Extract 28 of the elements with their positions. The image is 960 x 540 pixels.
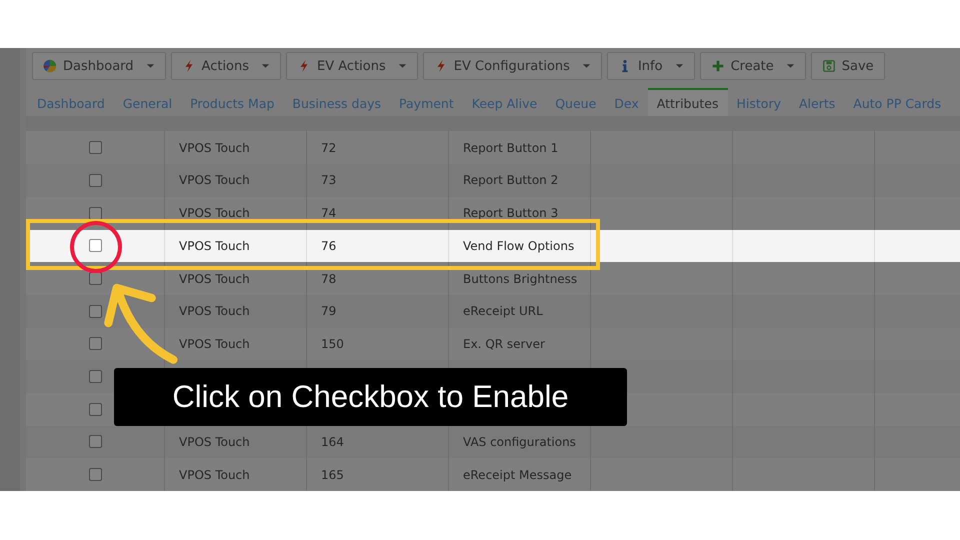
- table-cell: VAS configurations: [463, 434, 576, 449]
- table-cell: Report Button 2: [463, 173, 558, 188]
- table-cell: Ex. QR server: [463, 336, 545, 351]
- table-cell: eReceipt URL: [463, 304, 543, 318]
- table-cell: 74: [321, 206, 336, 220]
- table-cell: 164: [321, 434, 344, 449]
- table-cell: VPOS Touch: [179, 140, 250, 155]
- caption-tooltip: Click on Checkbox to Enable: [114, 368, 627, 426]
- table-cell: VPOS Touch: [179, 434, 250, 449]
- table-cell: 79: [321, 304, 336, 318]
- table-cell: VPOS Touch: [179, 206, 250, 220]
- table-cell: 72: [321, 140, 336, 155]
- table-cell: Report Button 1: [463, 140, 558, 155]
- table-cell: VPOS Touch: [179, 304, 250, 318]
- table-cell: Report Button 3: [463, 206, 558, 220]
- table-cell: Vend Flow Options: [463, 238, 574, 253]
- table-cell: 78: [321, 272, 336, 286]
- table-cell: 150: [321, 336, 344, 351]
- table-cell: 165: [321, 468, 344, 482]
- table-cell: VPOS Touch: [179, 272, 250, 286]
- table-cell: VPOS Touch: [179, 173, 250, 188]
- table-cell: VPOS Touch: [179, 336, 250, 351]
- table-cell: 76: [321, 238, 336, 253]
- table-cell: VPOS Touch: [179, 238, 250, 253]
- table-cell: 73: [321, 173, 336, 188]
- table-cell: Buttons Brightness: [463, 272, 578, 286]
- table-cell: eReceipt Message: [463, 468, 572, 482]
- table-cell: VPOS Touch: [179, 468, 250, 482]
